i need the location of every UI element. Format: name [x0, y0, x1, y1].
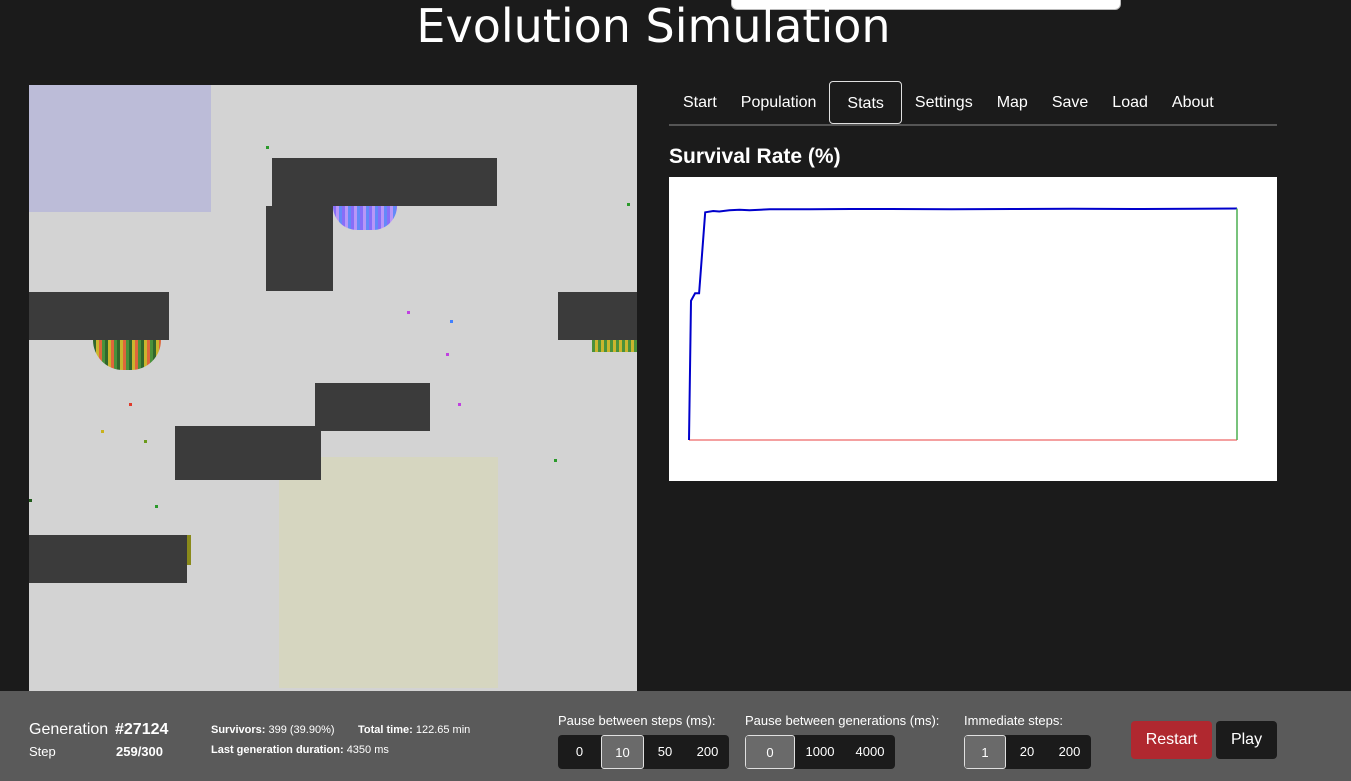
total-time-stat: Total time: 122.65 min [358, 724, 470, 736]
restart-button[interactable]: Restart [1131, 721, 1212, 759]
creature-dot [407, 311, 410, 314]
pause-generations-label: Pause between generations (ms): [745, 713, 940, 728]
creature-dot [554, 459, 557, 462]
survivors-stat: Survivors: 399 (39.90%) [211, 724, 335, 736]
creature-dot [129, 403, 132, 406]
tab-stats[interactable]: Stats [829, 81, 902, 124]
creature-dot [144, 440, 147, 443]
immediate-steps-label: Immediate steps: [964, 713, 1063, 728]
creature-cluster [187, 535, 191, 565]
pause-generations-option[interactable]: 1000 [795, 735, 845, 769]
tab-map[interactable]: Map [986, 81, 1039, 124]
creature-dot [155, 505, 158, 508]
creature-cluster [93, 340, 161, 370]
tab-population[interactable]: Population [730, 81, 828, 124]
play-button[interactable]: Play [1216, 721, 1277, 759]
page-title: Evolution Simulation [416, 0, 891, 53]
wall [175, 426, 321, 480]
wall [29, 292, 169, 340]
tab-about[interactable]: About [1161, 81, 1225, 124]
wall [266, 206, 333, 291]
pause-generations-selector: 0 1000 4000 [745, 735, 895, 769]
series-line-0 [688, 207, 1238, 441]
step-label: Step [29, 744, 56, 759]
tab-save[interactable]: Save [1041, 81, 1099, 124]
wall [29, 535, 187, 583]
pause-generations-option[interactable]: 4000 [845, 735, 895, 769]
creature-dot [101, 430, 104, 433]
creature-dot [450, 320, 453, 323]
total-time-label: Total time: [358, 724, 413, 736]
immediate-steps-option[interactable]: 1 [964, 735, 1006, 769]
immediate-steps-option[interactable]: 200 [1048, 735, 1091, 769]
creature-cluster [592, 340, 637, 352]
last-gen-value: 4350 ms [346, 744, 389, 756]
tab-bar: Start Population Stats Settings Map Save… [669, 81, 1277, 126]
wall [315, 383, 430, 431]
immediate-steps-selector: 1 20 200 [964, 735, 1091, 769]
step-value: 259/300 [116, 744, 163, 759]
simulation-canvas [29, 85, 637, 691]
creature-cluster [333, 206, 397, 230]
generation-value: #27124 [115, 721, 169, 738]
pause-steps-option[interactable]: 50 [644, 735, 686, 769]
generation-label: Generation [29, 721, 109, 738]
goal-zone [279, 457, 498, 688]
chart-title: Survival Rate (%) [669, 145, 841, 168]
pause-steps-selector: 0 10 50 200 [558, 735, 729, 769]
creature-dot [458, 403, 461, 406]
pause-generations-option[interactable]: 0 [745, 735, 795, 769]
tab-load[interactable]: Load [1101, 81, 1159, 124]
pause-steps-option[interactable]: 10 [601, 735, 644, 769]
pause-steps-option[interactable]: 200 [686, 735, 729, 769]
creature-dot [29, 499, 32, 502]
tab-start[interactable]: Start [669, 81, 728, 124]
immediate-steps-option[interactable]: 20 [1006, 735, 1048, 769]
survivors-value: 399 (39.90%) [268, 724, 335, 736]
wall [558, 292, 637, 340]
pause-steps-option[interactable]: 0 [558, 735, 601, 769]
survival-rate-chart [669, 177, 1277, 481]
creature-dot [446, 353, 449, 356]
survivors-label: Survivors: [211, 724, 266, 736]
pause-steps-label: Pause between steps (ms): [558, 713, 716, 728]
chart-svg [688, 207, 1238, 441]
spawn-zone [29, 85, 211, 212]
creature-dot [627, 203, 630, 206]
last-gen-label: Last generation duration: [211, 744, 344, 756]
total-time-value: 122.65 min [415, 724, 471, 736]
last-gen-stat: Last generation duration: 4350 ms [211, 744, 389, 756]
tab-settings[interactable]: Settings [904, 81, 984, 124]
wall [272, 158, 497, 206]
creature-dot [266, 146, 269, 149]
control-bar: Generation #27124 Step 259/300 Survivors… [0, 691, 1351, 781]
